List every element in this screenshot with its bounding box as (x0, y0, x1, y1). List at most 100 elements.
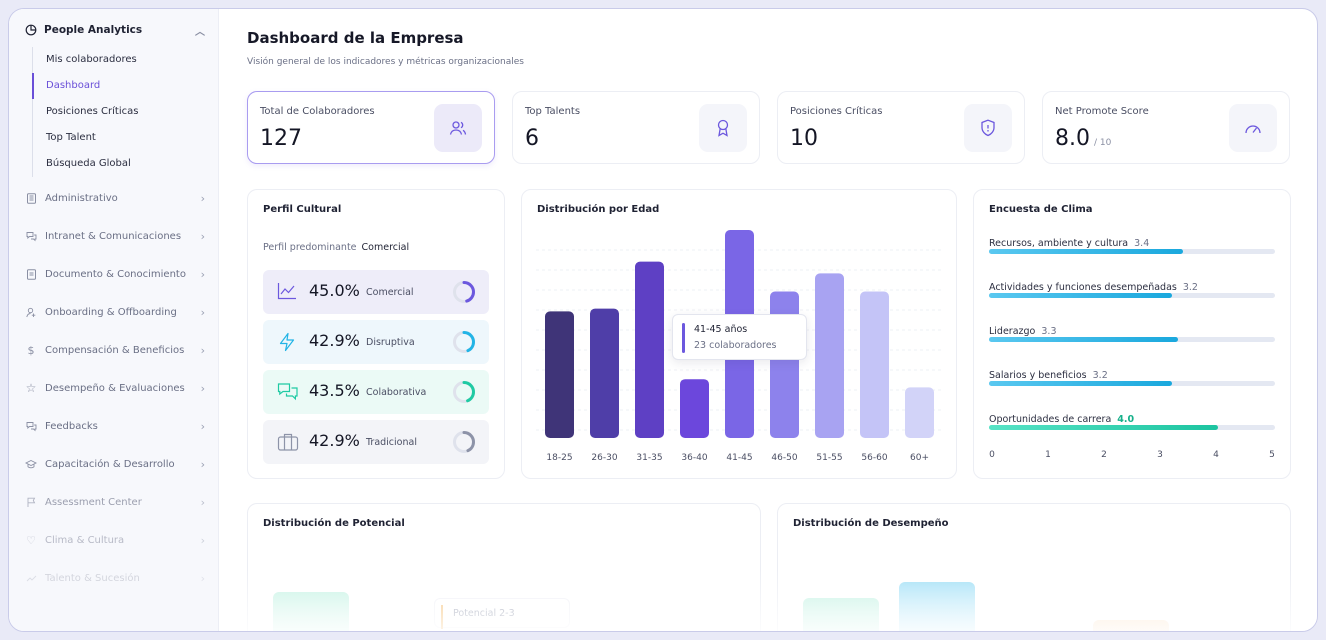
sidebar-item-talento[interactable]: Talento & Sucesión › (25, 568, 205, 588)
kpi-unit: / 10 (1094, 138, 1112, 148)
desempeno-bar (1093, 620, 1169, 631)
kpi-label: Posiciones Críticas (790, 106, 883, 117)
tag-text: Potencial 2-3 (453, 608, 515, 619)
sidebar-subitem-dashboard[interactable]: Dashboard (32, 73, 192, 99)
clima-value: 4.0 (1117, 414, 1135, 425)
progress-ring (453, 281, 475, 303)
clima-label: Liderazgo (989, 326, 1036, 337)
chart-line-icon (277, 282, 299, 302)
sidebar-item-compensacion[interactable]: $ Compensación & Beneficios › (25, 340, 206, 360)
page-title: Dashboard de la Empresa (247, 29, 464, 47)
potencial-tag: Potencial 2-3 (434, 598, 570, 629)
sidebar-item-capacitacion[interactable]: Capacitación & Desarrollo › (25, 454, 205, 474)
graduation-icon (25, 458, 37, 470)
sidebar-item-intranet[interactable]: Intranet & Comunicaciones › (25, 226, 205, 246)
perfil-row: 43.5% Colaborativa (263, 370, 489, 414)
chevron-right-icon: › (200, 267, 205, 281)
dollar-icon: $ (27, 343, 35, 357)
perfil-percent: 42.9% (309, 431, 360, 450)
sidebar-item-label: Clima & Cultura (45, 534, 125, 546)
card-distribucion-potencial: Distribución de Potencial Potencial 2-3 (247, 503, 761, 631)
sidebar-item-onboarding[interactable]: Onboarding & Offboarding › (25, 302, 205, 322)
chevron-right-icon: › (200, 495, 205, 509)
age-bar[interactable] (635, 261, 664, 438)
card-title: Encuesta de Clima (989, 204, 1093, 215)
sidebar-subitem-busqueda-global[interactable]: Búsqueda Global (33, 151, 192, 177)
sidebar-item-documento[interactable]: Documento & Conocimiento › (25, 264, 205, 284)
sidebar-subitem-top-talent[interactable]: Top Talent (33, 125, 192, 151)
desempeno-bar (803, 598, 879, 631)
sidebar-item-administrativo[interactable]: Administrativo › (25, 188, 205, 208)
pie-chart-icon (25, 24, 37, 36)
potencial-bar (273, 592, 349, 631)
age-bar[interactable] (860, 291, 889, 438)
kpi-label: Net Promote Score (1055, 106, 1149, 117)
sidebar-item-assessment[interactable]: Assessment Center › (25, 492, 205, 512)
age-bar[interactable] (905, 387, 934, 438)
card-title: Distribución de Desempeño (793, 518, 949, 529)
kpi-label: Total de Colaboradores (260, 106, 375, 117)
perfil-row: 42.9% Tradicional (263, 420, 489, 464)
x-tick-label: 41-45 (726, 453, 752, 463)
clima-tick: 0 (989, 450, 995, 460)
trend-icon (25, 572, 37, 584)
sidebar-item-label: Assessment Center (45, 496, 142, 508)
sidebar-item-clima[interactable]: ♡ Clima & Cultura › (25, 530, 205, 550)
chevron-right-icon: › (200, 533, 205, 547)
clima-label: Actividades y funciones desempeñadas (989, 282, 1177, 293)
perfil-name: Comercial (366, 287, 414, 298)
sidebar-subitem-posiciones-criticas[interactable]: Posiciones Críticas (33, 99, 192, 125)
sidebar-item-label: Talento & Sucesión (45, 572, 140, 584)
x-tick-label: 46-50 (771, 453, 797, 463)
sidebar-section-people-analytics[interactable]: People Analytics ︿ (25, 21, 205, 39)
perfil-predominante: Perfil predominante Comercial (263, 242, 409, 253)
desempeno-bar (899, 582, 975, 631)
card-encuesta-clima: Encuesta de Clima Recursos, ambiente y c… (973, 189, 1291, 479)
card-perfil-cultural: Perfil Cultural Perfil predominante Comer… (247, 189, 505, 479)
progress-ring (453, 331, 475, 353)
age-bar[interactable] (545, 311, 574, 438)
sidebar-item-feedbacks[interactable]: Feedbacks › (25, 416, 205, 436)
clima-track (989, 381, 1275, 386)
clima-tick: 1 (1045, 450, 1051, 460)
card-title: Distribución de Potencial (263, 518, 405, 529)
sidebar-item-label: Desempeño & Evaluaciones (45, 382, 185, 394)
clima-tick: 4 (1213, 450, 1219, 460)
main-content: Dashboard de la Empresa Visión general d… (219, 9, 1317, 631)
clima-track (989, 337, 1275, 342)
chevron-right-icon: › (200, 305, 205, 319)
x-tick-label: 26-30 (591, 453, 617, 463)
clima-tick: 2 (1101, 450, 1107, 460)
clima-value: 3.3 (1041, 326, 1057, 337)
x-tick-label: 31-35 (636, 453, 662, 463)
kpi-value: 6 (525, 126, 539, 151)
clima-track (989, 249, 1275, 254)
tooltip-color-bar (682, 323, 685, 353)
age-bar[interactable] (590, 308, 619, 438)
clima-label: Oportunidades de carrera (989, 414, 1112, 425)
kpi-label: Top Talents (525, 106, 581, 117)
kpi-card-top-talents[interactable]: Top Talents 6 (512, 91, 760, 164)
clima-label: Recursos, ambiente y cultura (989, 238, 1129, 249)
sidebar-subitem-mis-colaboradores[interactable]: Mis colaboradores (33, 47, 192, 73)
users-icon (434, 104, 482, 152)
shield-icon (964, 104, 1012, 152)
x-tick-label: 56-60 (861, 453, 887, 463)
sidebar-item-label: Compensación & Beneficios (45, 344, 185, 356)
briefcase-icon (277, 432, 299, 452)
sidebar-section-label: People Analytics (44, 24, 143, 36)
kpi-card-posiciones-criticas[interactable]: Posiciones Críticas 10 (777, 91, 1025, 164)
sidebar-item-desempeno[interactable]: ☆ Desempeño & Evaluaciones › (25, 378, 205, 398)
age-bar[interactable] (815, 273, 844, 438)
heart-icon: ♡ (26, 533, 36, 547)
gauge-icon (1229, 104, 1277, 152)
kpi-card-net-promote-score[interactable]: Net Promote Score 8.0/ 10 (1042, 91, 1290, 164)
perfil-name: Disruptiva (366, 337, 415, 348)
clima-track (989, 293, 1275, 298)
age-bar[interactable] (680, 379, 709, 438)
x-tick-label: 51-55 (816, 453, 842, 463)
user-plus-icon (25, 306, 37, 318)
chevron-right-icon: › (200, 343, 205, 357)
kpi-card-total-colaboradores[interactable]: Total de Colaboradores 127 (247, 91, 495, 164)
flag-icon (25, 496, 37, 508)
